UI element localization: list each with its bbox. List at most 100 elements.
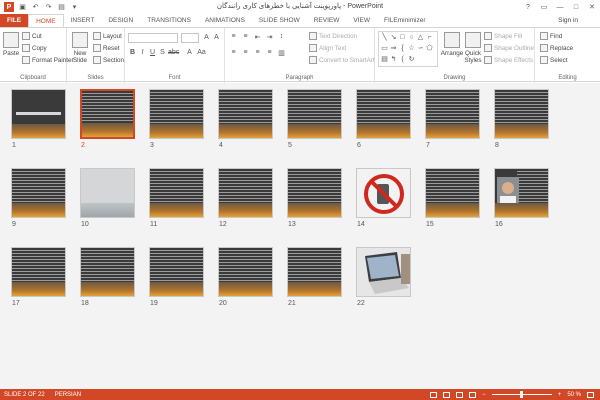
shadow-icon[interactable]: S — [158, 49, 167, 56]
tab-home[interactable]: HOME — [28, 14, 64, 27]
normal-view-icon[interactable] — [430, 391, 438, 398]
customize-qat-icon[interactable]: ▾ — [70, 3, 79, 12]
minimize-icon[interactable]: — — [552, 0, 568, 14]
shape-bent-arrow-icon[interactable]: ↰ — [390, 56, 397, 63]
font-size-combo[interactable] — [181, 33, 199, 43]
slideshow-view-icon[interactable] — [469, 391, 477, 398]
underline-icon[interactable]: U — [148, 49, 157, 56]
shape-fill-button[interactable]: Shape Fill — [484, 32, 522, 40]
tab-insert[interactable]: INSERT — [64, 14, 102, 27]
slide-thumbnail-19[interactable] — [149, 247, 204, 297]
fit-to-window-icon[interactable] — [587, 391, 594, 398]
redo-icon[interactable]: ↷ — [44, 3, 53, 12]
shape-outline-button[interactable]: Shape Outline — [484, 44, 534, 52]
slide-thumbnail-18[interactable] — [80, 247, 135, 297]
align-center-icon[interactable]: ≡ — [241, 49, 250, 56]
cut-button[interactable]: Cut — [22, 32, 42, 40]
slide-thumbnail-6[interactable] — [356, 89, 411, 139]
slide-thumbnail-17[interactable] — [11, 247, 66, 297]
slide-thumbnail-7[interactable] — [425, 89, 480, 139]
zoom-slider-knob[interactable] — [519, 391, 523, 398]
text-direction-button[interactable]: Text Direction — [309, 32, 357, 40]
language-status[interactable]: PERSIAN — [55, 392, 81, 398]
arrange-button[interactable]: Arrange — [441, 32, 463, 57]
slide-sorter-view-icon[interactable] — [443, 391, 451, 398]
zoom-level[interactable]: 50 % — [567, 392, 581, 398]
maximize-icon[interactable]: □ — [568, 0, 584, 14]
slide-thumbnail-21[interactable] — [287, 247, 342, 297]
line-spacing-icon[interactable]: ↕ — [277, 33, 286, 40]
tab-transitions[interactable]: TRANSITIONS — [140, 14, 198, 27]
slide-thumbnail-16[interactable] — [494, 168, 549, 218]
align-right-icon[interactable]: ≡ — [253, 49, 262, 56]
shape-circle-arrow-icon[interactable]: ↻ — [408, 56, 415, 63]
change-case-icon[interactable]: Aa — [197, 49, 206, 56]
sign-in-link[interactable]: Sign in — [558, 14, 600, 27]
shape-effects-button[interactable]: Shape Effects — [484, 56, 533, 64]
slide-thumbnail-5[interactable] — [287, 89, 342, 139]
align-left-icon[interactable]: ≡ — [229, 49, 238, 56]
shape-triangle-icon[interactable]: △ — [417, 34, 424, 41]
save-icon[interactable]: ▣ — [18, 3, 27, 12]
shape-right-arrow-icon[interactable]: ⇒ — [390, 45, 397, 52]
grow-font-icon[interactable]: A — [202, 34, 211, 41]
shape-brace-icon[interactable]: { — [399, 45, 406, 52]
shape-pentagon-icon[interactable]: ⬠ — [426, 45, 433, 52]
tab-fileminimizer[interactable]: FILEminimizer — [377, 14, 433, 27]
reset-button[interactable]: Reset — [93, 44, 119, 52]
slide-thumbnail-14[interactable] — [356, 168, 411, 218]
strikethrough-icon[interactable]: abc — [168, 49, 179, 56]
paste-button[interactable]: Paste — [3, 32, 19, 57]
select-button[interactable]: Select — [540, 56, 568, 64]
reading-view-icon[interactable] — [456, 391, 464, 398]
find-button[interactable]: Find — [540, 32, 562, 40]
slide-thumbnail-11[interactable] — [149, 168, 204, 218]
section-button[interactable]: Section — [93, 56, 124, 64]
shape-oval-icon[interactable]: ○ — [408, 34, 415, 41]
justify-icon[interactable]: ≡ — [265, 49, 274, 56]
ribbon-display-icon[interactable]: ▭ — [536, 0, 552, 14]
italic-icon[interactable]: I — [138, 49, 147, 56]
shape-star-icon[interactable]: ☆ — [408, 45, 415, 52]
copy-button[interactable]: Copy — [22, 44, 47, 52]
tab-view[interactable]: VIEW — [346, 14, 377, 27]
slide-thumbnail-10[interactable] — [80, 168, 135, 218]
tab-review[interactable]: REVIEW — [307, 14, 347, 27]
decrease-indent-icon[interactable]: ⇤ — [253, 33, 262, 41]
shape-line-icon[interactable]: ╲ — [381, 34, 388, 41]
font-name-combo[interactable] — [128, 33, 178, 43]
shapes-gallery[interactable]: ╲ ↘ □ ○ △ ⌐ ▭ ⇒ { ☆ ∽ ⬠ ▤ ↰ ( ↻ — [378, 31, 438, 67]
help-icon[interactable]: ? — [520, 0, 536, 14]
close-icon[interactable]: ✕ — [584, 0, 600, 14]
shape-bracket-icon[interactable]: ( — [399, 56, 406, 63]
shape-elbow-icon[interactable]: ⌐ — [426, 34, 433, 41]
replace-button[interactable]: Replace — [540, 44, 573, 52]
tab-design[interactable]: DESIGN — [101, 14, 140, 27]
slide-count-status[interactable]: SLIDE 2 OF 22 — [4, 392, 45, 398]
font-color-icon[interactable]: A — [185, 49, 194, 56]
tab-file[interactable]: FILE — [0, 14, 29, 27]
layout-button[interactable]: Layout — [93, 32, 122, 40]
format-painter-button[interactable]: Format Painter — [22, 56, 74, 64]
zoom-in-icon[interactable]: + — [558, 392, 562, 398]
slide-thumbnail-20[interactable] — [218, 247, 273, 297]
tab-slide-show[interactable]: SLIDE SHOW — [252, 14, 307, 27]
slide-thumbnail-22[interactable] — [356, 247, 411, 297]
start-slideshow-icon[interactable]: ▤ — [57, 3, 66, 12]
bullets-icon[interactable]: ≡ — [229, 33, 238, 40]
columns-icon[interactable]: ▥ — [277, 49, 286, 57]
shape-arrow-icon[interactable]: ↘ — [390, 34, 397, 41]
slide-thumbnail-13[interactable] — [287, 168, 342, 218]
shrink-font-icon[interactable]: A — [212, 34, 221, 41]
numbering-icon[interactable]: ≡ — [241, 33, 250, 40]
slide-thumbnail-15[interactable] — [425, 168, 480, 218]
slide-thumbnail-12[interactable] — [218, 168, 273, 218]
tab-animations[interactable]: ANIMATIONS — [198, 14, 252, 27]
bold-icon[interactable]: B — [128, 49, 137, 56]
new-slide-button[interactable]: New Slide — [71, 32, 89, 64]
shape-rounded-rect-icon[interactable]: ▭ — [381, 45, 388, 52]
zoom-slider[interactable] — [491, 391, 552, 398]
slide-thumbnail-4[interactable] — [218, 89, 273, 139]
shape-curve-icon[interactable]: ∽ — [417, 45, 424, 52]
undo-icon[interactable]: ↶ — [31, 3, 40, 12]
